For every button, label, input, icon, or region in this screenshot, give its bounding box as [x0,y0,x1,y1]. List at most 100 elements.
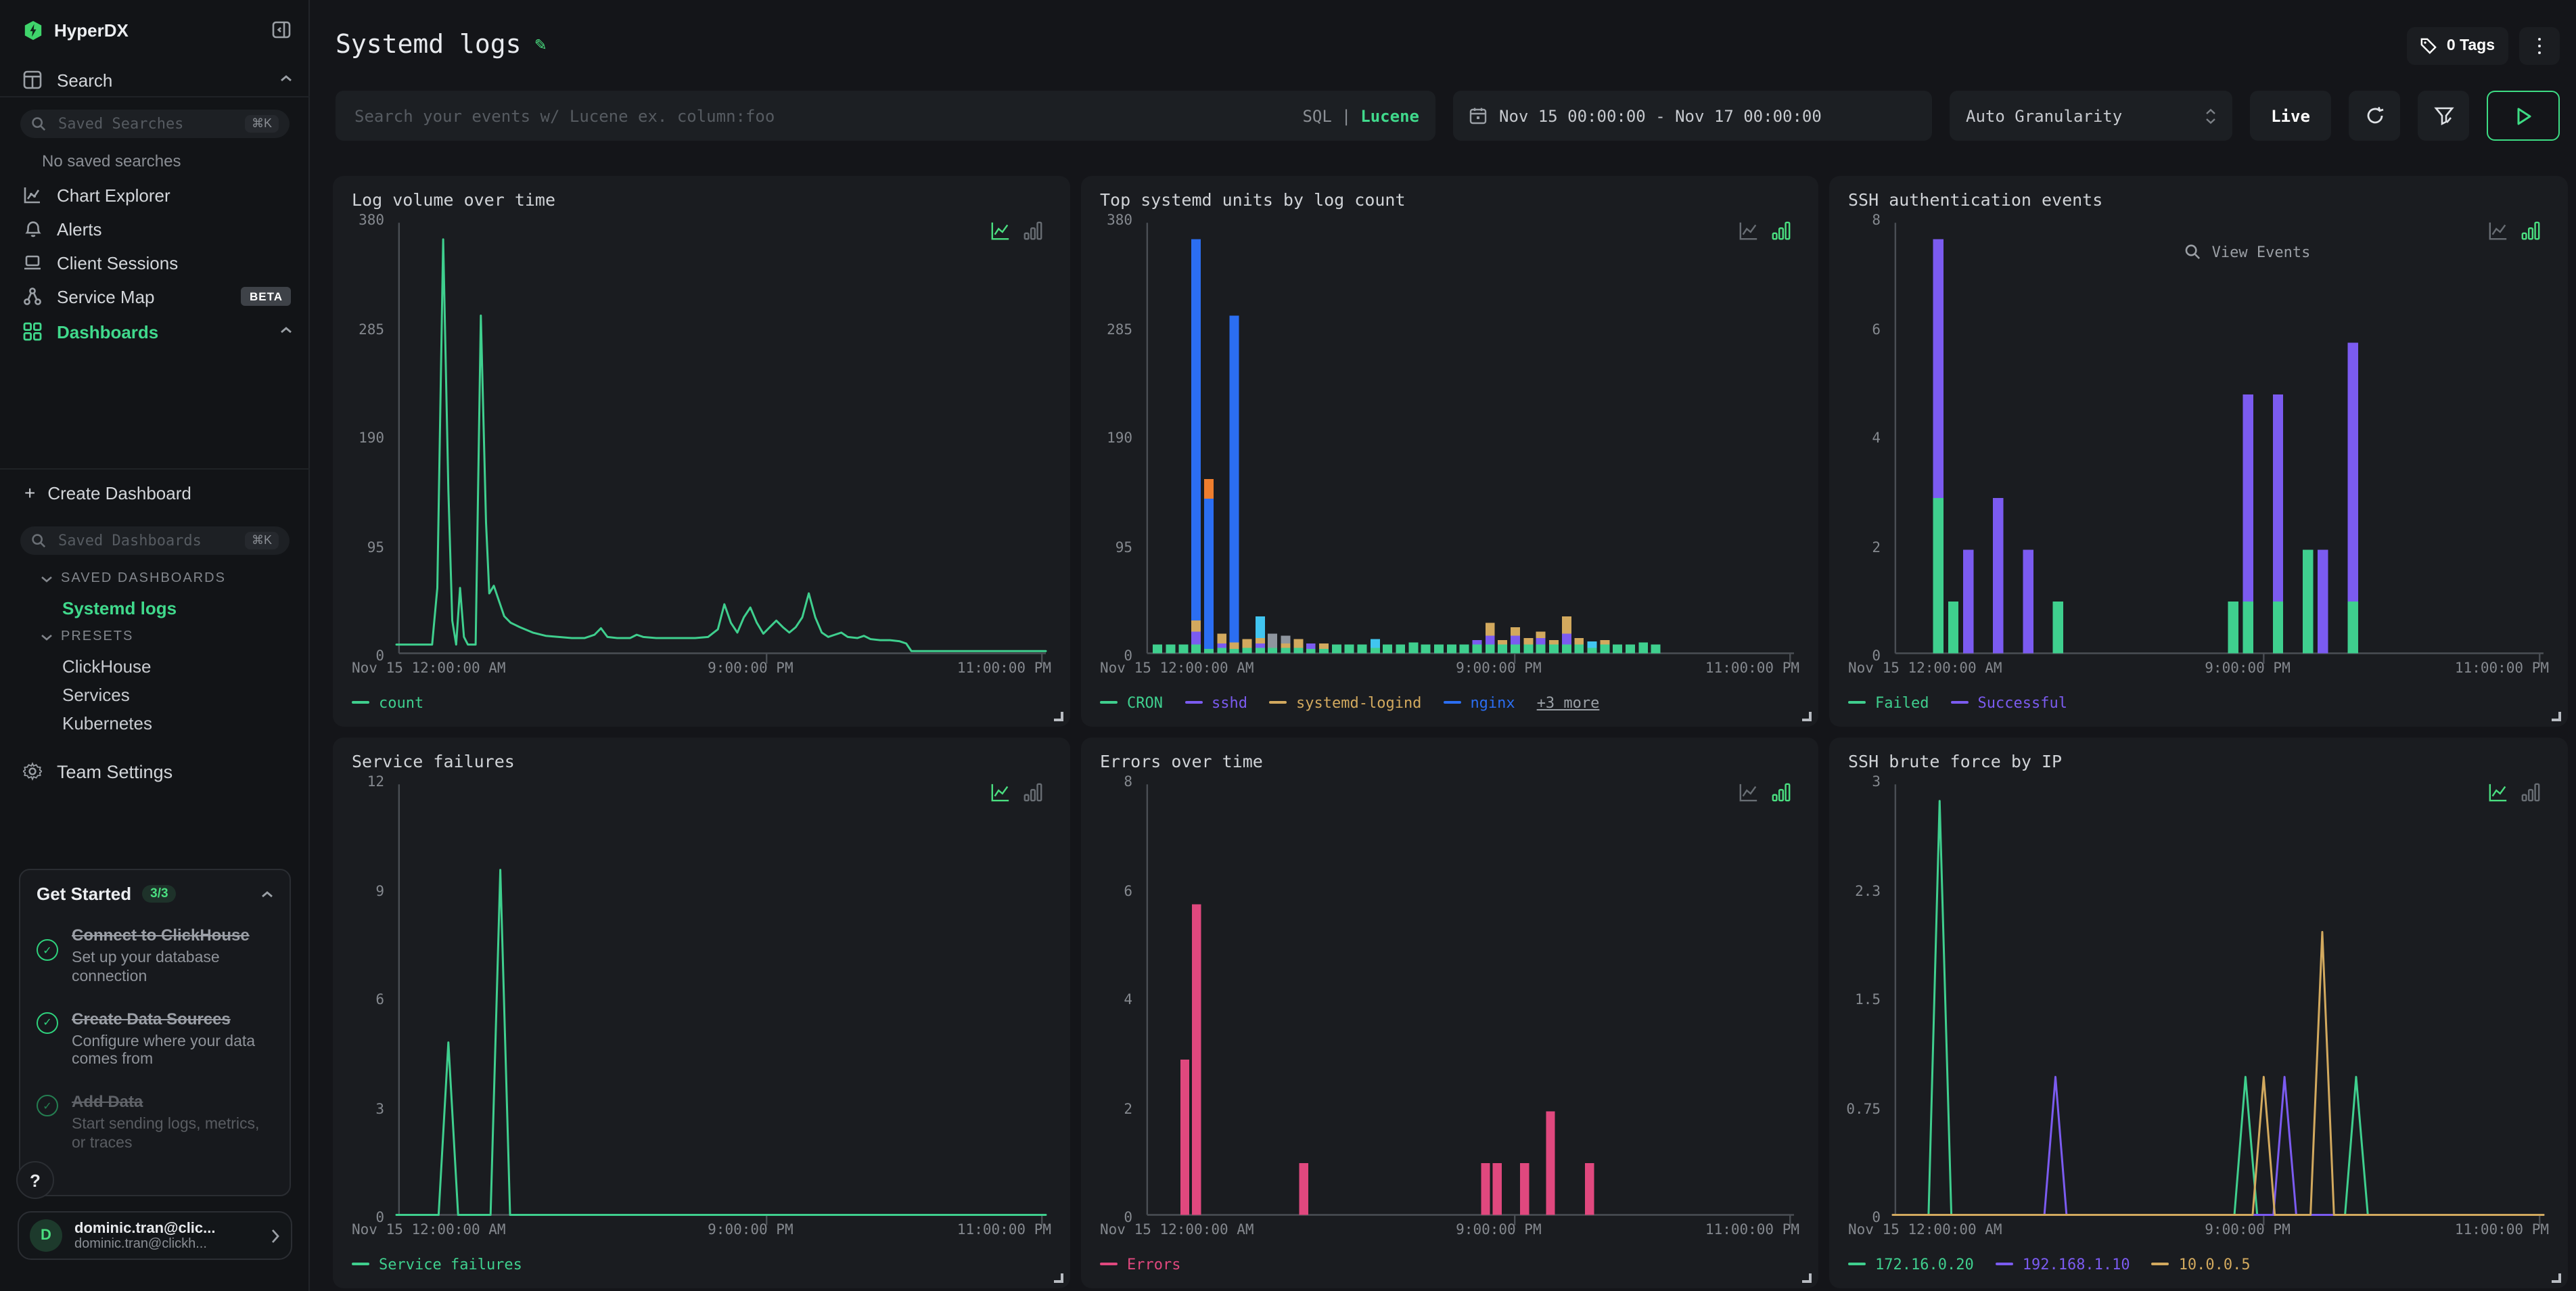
collapse-sidebar-icon[interactable] [272,20,291,39]
y-tick-label: 285 [359,321,384,338]
section-saved-dashboards[interactable]: SAVED DASHBOARDS [41,571,226,586]
legend-item[interactable]: 172.16.0.20 [1848,1255,1974,1273]
resize-handle[interactable] [1802,1273,1812,1283]
sidebar-item-client-sessions[interactable]: Client Sessions [0,252,310,273]
sidebar-preset-kubernetes[interactable]: Kubernetes [62,713,152,733]
line-chart-toggle-icon[interactable] [990,221,1011,241]
line-chart-toggle-icon[interactable] [1739,221,1759,241]
get-started-step-connect[interactable]: ✓ Connect to ClickHouse Set up your data… [37,923,273,987]
sidebar-item-team-settings[interactable]: Team Settings [0,759,310,784]
line-chart-toggle-icon[interactable] [2488,782,2508,802]
resize-handle[interactable] [1054,712,1063,721]
legend-more-link[interactable]: +3 more [1537,694,1600,711]
line-chart-toggle-icon[interactable] [2488,221,2508,241]
refresh-button[interactable] [2349,91,2400,141]
saved-searches-search[interactable]: ⌘K [20,110,290,138]
x-axis-label: 9:00:00 PM [2205,660,2290,677]
line-chart-toggle-icon[interactable] [1739,782,1759,802]
sql-toggle[interactable]: SQL [1302,106,1331,125]
date-range-picker[interactable]: Nov 15 00:00:00 - Nov 17 00:00:00 [1453,91,1932,141]
get-started-step-sources[interactable]: ✓ Create Data Sources Configure where yo… [37,1006,273,1070]
bar-chart-toggle-icon[interactable] [2521,221,2541,241]
y-tick-label: 12 [367,774,384,790]
chart-plot [1893,221,2544,656]
sidebar-item-chart-explorer[interactable]: Chart Explorer [0,184,310,206]
check-circle-icon: ✓ [37,1012,58,1033]
create-dashboard-button[interactable]: + Create Dashboard [0,482,310,503]
legend-item[interactable]: Successful [1951,694,2067,711]
edit-title-icon[interactable]: ✎ [535,34,547,55]
sidebar-item-alerts[interactable]: Alerts [0,218,310,240]
legend-item[interactable]: Errors [1100,1255,1181,1273]
chart-plot [396,782,1046,1218]
section-label: SAVED DASHBOARDS [61,571,226,586]
legend-item[interactable]: 10.0.0.5 [2152,1255,2251,1273]
chevron-down-icon [41,574,53,583]
chevron-up-icon[interactable] [261,890,273,898]
granularity-select[interactable]: Auto Granularity [1950,91,2232,141]
help-button[interactable]: ? [16,1161,54,1199]
x-axis-label: 11:00:00 PM [957,660,1051,677]
filter-button[interactable] [2418,91,2469,141]
more-options-button[interactable] [2519,27,2560,65]
legend-item[interactable]: systemd-logind [1269,694,1421,711]
sidebar-preset-services[interactable]: Services [62,685,130,705]
select-chevrons-icon [2205,108,2216,124]
line-chart-toggle-icon[interactable] [990,782,1011,802]
shortcut-badge: ⌘K [245,532,279,549]
get-started-step-add-data[interactable]: ✓ Add Data Start sending logs, metrics, … [37,1089,273,1154]
section-presets[interactable]: PRESETS [41,629,133,644]
bar-chart-toggle-icon[interactable] [1023,221,1043,241]
saved-dashboards-search[interactable]: ⌘K [20,526,290,555]
granularity-value: Auto Granularity [1966,106,2122,125]
view-events-button[interactable]: View Events [2185,244,2311,261]
filter-icon [2433,106,2454,126]
saved-dashboards-input[interactable] [55,530,218,551]
bar-chart-toggle-icon[interactable] [1023,782,1043,802]
legend-swatch [1951,701,1969,704]
saved-searches-input[interactable] [55,114,218,134]
lucene-toggle[interactable]: Lucene [1360,106,1419,125]
sidebar-item-label: Alerts [57,219,101,239]
resize-handle[interactable] [2552,712,2561,721]
sidebar-item-dashboards[interactable]: Dashboards [0,319,310,344]
step-desc: Configure where your data comes from [72,1033,273,1070]
bell-icon [22,219,43,238]
bar-chart-toggle-icon[interactable] [2521,782,2541,802]
create-dashboard-label: Create Dashboard [47,482,191,503]
chart-card-ssh-brute-force: SSH brute force by IP 32.31.50.750 Nov 1… [1829,738,2568,1288]
legend-item[interactable]: nginx [1443,694,1515,711]
tags-button[interactable]: 0 Tags [2408,27,2508,65]
chart-card-ssh-auth: SSH authentication events 86420View Even… [1829,176,2568,727]
run-query-button[interactable] [2487,91,2560,141]
sidebar-item-search[interactable]: Search [0,65,310,95]
chart-title: Service failures [352,751,1051,771]
check-circle-icon: ✓ [37,939,58,961]
sidebar-item-service-map[interactable]: Service Map BETA [0,286,310,307]
resize-handle[interactable] [1802,712,1812,721]
event-search-input[interactable] [352,105,1289,127]
step-desc: Set up your database connection [72,950,273,987]
user-menu[interactable]: D dominic.tran@clic... dominic.tran@clic… [18,1211,292,1260]
sidebar-dashboard-systemd-logs[interactable]: Systemd logs [62,598,177,618]
get-started-title: Get Started [37,884,131,904]
live-button[interactable]: Live [2250,91,2331,141]
divider [0,96,310,97]
x-axis-label: 11:00:00 PM [2455,1222,2549,1238]
legend-item[interactable]: sshd [1184,694,1247,711]
legend-item[interactable]: CRON [1100,694,1163,711]
resize-handle[interactable] [1054,1273,1063,1283]
bar-chart-toggle-icon[interactable] [1771,221,1791,241]
legend-item[interactable]: count [352,694,423,711]
search-icon [2185,244,2201,261]
legend-item[interactable]: 192.168.1.10 [1996,1255,2130,1273]
legend-item[interactable]: Failed [1848,694,1929,711]
resize-handle[interactable] [2552,1273,2561,1283]
sidebar-preset-clickhouse[interactable]: ClickHouse [62,656,152,677]
avatar: D [30,1219,62,1252]
legend-item[interactable]: Service failures [352,1255,522,1273]
bar-chart-toggle-icon[interactable] [1771,782,1791,802]
step-desc: Start sending logs, metrics, or traces [72,1116,273,1154]
legend-swatch [1100,1263,1118,1266]
plot-svg [396,221,1046,656]
